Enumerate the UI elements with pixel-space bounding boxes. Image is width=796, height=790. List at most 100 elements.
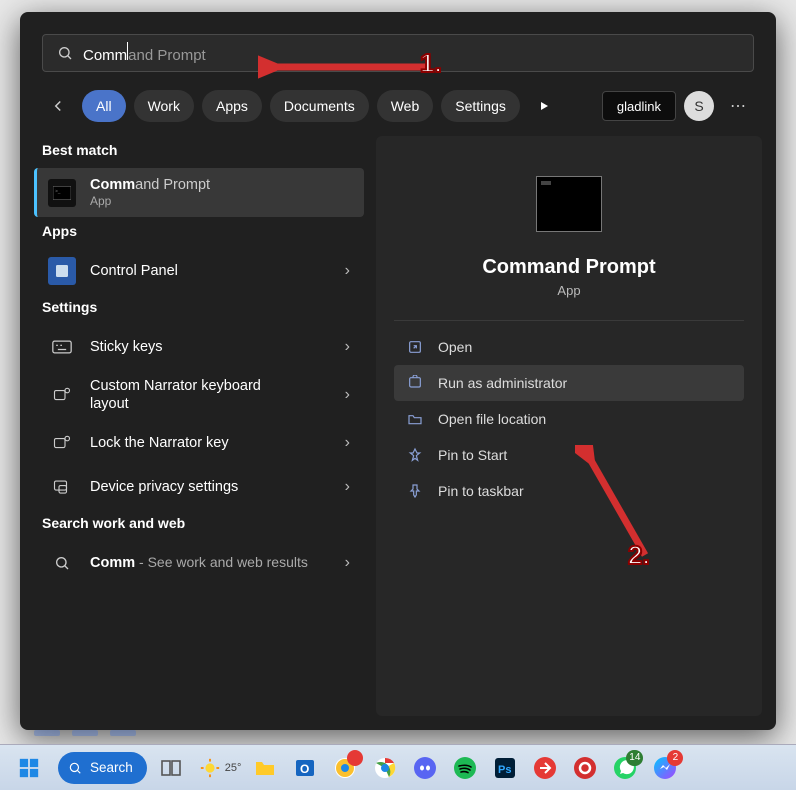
taskbar-app-swirl[interactable] <box>569 752 601 784</box>
divider <box>394 320 744 321</box>
taskbar-messenger[interactable]: 2 <box>649 752 681 784</box>
result-title: Custom Narrator keyboard layout <box>90 377 290 413</box>
result-web-search[interactable]: Comm - See work and web results › <box>34 541 364 585</box>
open-icon <box>406 338 424 356</box>
task-view-button[interactable] <box>155 752 187 784</box>
best-match-item[interactable]: >_ Command Prompt App <box>34 168 364 217</box>
taskbar-chrome-canary[interactable] <box>329 752 361 784</box>
action-label: Run as administrator <box>438 375 567 391</box>
photoshop-icon: Ps <box>493 756 517 780</box>
folder-icon <box>253 756 277 780</box>
results-column: Best match >_ Command Prompt App Apps Co… <box>34 136 364 716</box>
back-button[interactable] <box>42 90 74 122</box>
taskbar-whatsapp[interactable]: 14 <box>609 752 641 784</box>
action-label: Pin to Start <box>438 447 507 463</box>
taskbar-weather[interactable]: 25° <box>199 757 242 779</box>
action-pin-to-start[interactable]: Pin to Start <box>394 437 744 473</box>
weather-temp: 25° <box>225 762 242 774</box>
taskbar-explorer[interactable] <box>249 752 281 784</box>
start-button[interactable] <box>8 751 50 785</box>
taskbar-app-red[interactable] <box>529 752 561 784</box>
chevron-right-icon: › <box>345 386 350 404</box>
result-title: Lock the Narrator key <box>90 434 229 452</box>
overflow-menu-button[interactable]: ⋯ <box>722 96 754 116</box>
taskbar-photoshop[interactable]: Ps <box>489 752 521 784</box>
result-title: Device privacy settings <box>90 478 238 496</box>
tab-apps[interactable]: Apps <box>202 90 262 122</box>
svg-text:Ps: Ps <box>498 764 511 776</box>
chevron-right-icon: › <box>345 478 350 496</box>
chevron-right-icon: › <box>345 554 350 572</box>
search-icon <box>68 761 82 775</box>
store-link[interactable]: gladlink <box>602 91 676 121</box>
result-lock-narrator[interactable]: Lock the Narrator key › <box>34 421 364 465</box>
control-panel-icon <box>48 257 76 285</box>
action-label: Pin to taskbar <box>438 483 524 499</box>
sun-icon <box>199 757 221 779</box>
windows-logo-icon <box>18 757 40 779</box>
result-title: Comm - See work and web results <box>90 554 308 572</box>
taskbar-spotify[interactable] <box>449 752 481 784</box>
tab-settings[interactable]: Settings <box>441 90 520 122</box>
preview-app-icon <box>536 176 602 232</box>
tab-documents[interactable]: Documents <box>270 90 369 122</box>
keyboard-icon <box>48 333 76 361</box>
notification-badge <box>347 750 363 766</box>
narrator-icon <box>48 381 76 409</box>
chevron-right-icon: › <box>345 338 350 356</box>
result-title: Control Panel <box>90 262 178 280</box>
search-input[interactable]: Comm and Prompt <box>83 42 206 64</box>
section-apps: Apps <box>34 217 364 249</box>
best-match-title: Command Prompt <box>90 176 210 194</box>
svg-text:>_: >_ <box>55 188 61 193</box>
action-label: Open <box>438 339 472 355</box>
chrome-icon <box>373 756 397 780</box>
taskbar: Search 25° O Ps 14 2 <box>0 744 796 790</box>
search-bar[interactable]: Comm and Prompt <box>42 34 754 72</box>
desktop-icons-hint <box>34 730 136 736</box>
taskbar-discord[interactable] <box>409 752 441 784</box>
section-search-web: Search work and web <box>34 509 364 541</box>
action-open-file-location[interactable]: Open file location <box>394 401 744 437</box>
windows-search-panel: Comm and Prompt All Work Apps Documents … <box>20 12 776 730</box>
more-filters-button[interactable] <box>528 90 560 122</box>
spotify-icon <box>453 756 477 780</box>
discord-icon <box>413 756 437 780</box>
taskbar-search-button[interactable]: Search <box>58 752 147 784</box>
action-run-as-admin[interactable]: Run as administrator <box>394 365 744 401</box>
filter-tab-row: All Work Apps Documents Web Settings gla… <box>20 72 776 136</box>
tab-web[interactable]: Web <box>377 90 434 122</box>
result-title: Sticky keys <box>90 338 163 356</box>
privacy-icon <box>48 473 76 501</box>
chevron-right-icon: › <box>345 434 350 452</box>
search-icon <box>57 45 73 61</box>
outlook-icon: O <box>293 756 317 780</box>
action-open[interactable]: Open <box>394 329 744 365</box>
generic-app-icon <box>573 756 597 780</box>
taskbar-search-label: Search <box>90 760 133 775</box>
task-view-icon <box>159 756 183 780</box>
tab-work[interactable]: Work <box>134 90 194 122</box>
preview-pane: Command Prompt App Open Run as administr… <box>376 136 762 716</box>
result-device-privacy[interactable]: Device privacy settings › <box>34 465 364 509</box>
result-sticky-keys[interactable]: Sticky keys › <box>34 325 364 369</box>
tab-all[interactable]: All <box>82 90 126 122</box>
best-match-subtitle: App <box>90 194 210 209</box>
shield-icon <box>406 374 424 392</box>
section-best-match: Best match <box>34 136 364 168</box>
action-label: Open file location <box>438 411 546 427</box>
notification-badge: 2 <box>667 750 683 766</box>
section-settings: Settings <box>34 293 364 325</box>
result-control-panel[interactable]: Control Panel › <box>34 249 364 293</box>
cmd-icon: >_ <box>48 179 76 207</box>
result-narrator-layout[interactable]: Custom Narrator keyboard layout › <box>34 369 364 421</box>
action-pin-to-taskbar[interactable]: Pin to taskbar <box>394 473 744 509</box>
user-avatar[interactable]: S <box>684 91 714 121</box>
generic-app-icon <box>533 756 557 780</box>
search-autocomplete-text: and Prompt <box>128 47 206 64</box>
taskbar-outlook[interactable]: O <box>289 752 321 784</box>
pin-icon <box>406 446 424 464</box>
taskbar-chrome[interactable] <box>369 752 401 784</box>
search-icon <box>48 549 76 577</box>
search-typed-text: Comm <box>83 47 127 64</box>
